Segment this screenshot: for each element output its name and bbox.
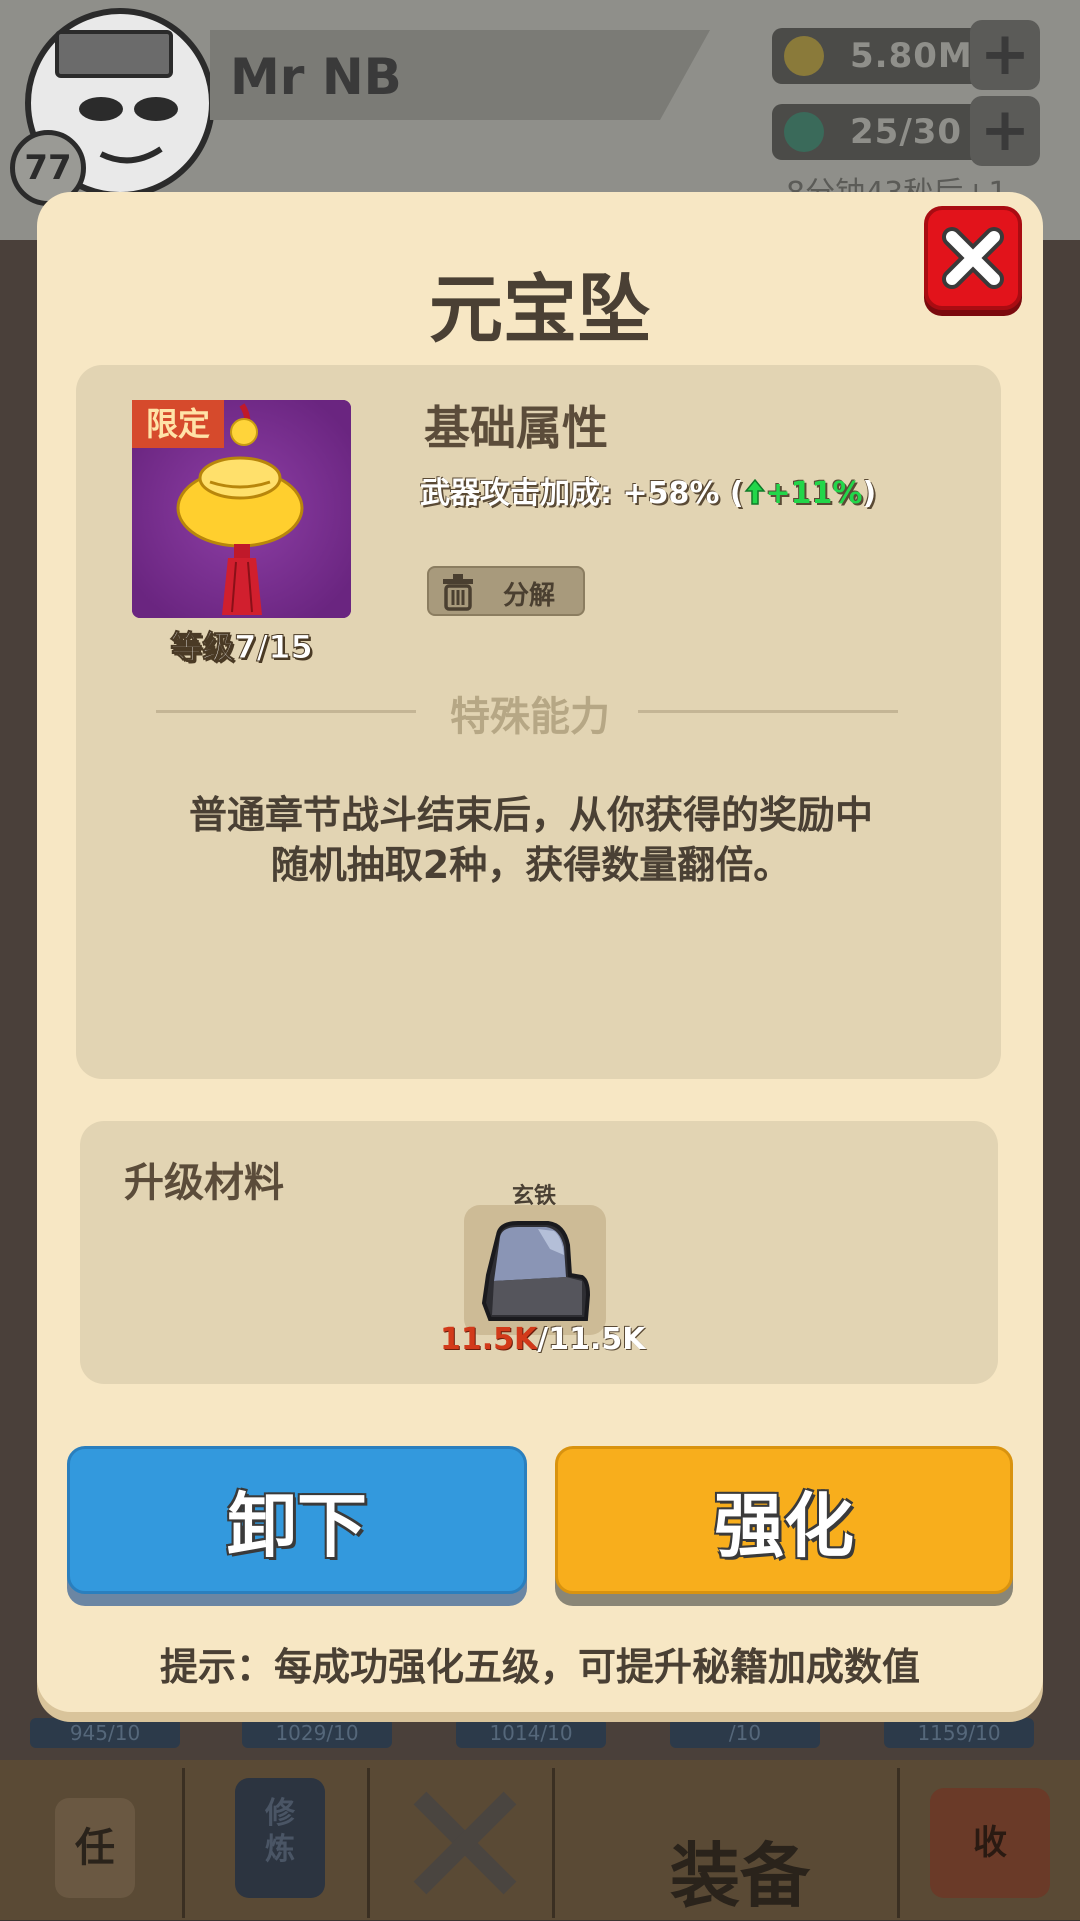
item-level: 等级7/15 [170,628,314,667]
shop-icon: 收 [930,1788,1050,1898]
unequip-button[interactable]: 卸下 [67,1446,527,1594]
gold-amount: 5.80M [850,36,973,76]
enhance-tip: 提示：每成功强化五级，可提升秘籍加成数值 [159,1645,920,1689]
special-ability-title: 特殊能力 [450,694,610,740]
energy-amount: 25/30 [850,112,963,152]
shop-icon-text: 收 [973,1823,1007,1863]
arrow-up-icon [743,478,766,505]
progress-strip: 1159/10 [884,1718,1034,1748]
crossed-swords-icon [413,1791,517,1895]
attack-bonus-boost: +11% [765,476,863,511]
progress-strip: 945/10 [30,1718,180,1748]
material-slot[interactable] [464,1205,606,1335]
headband-icon [55,30,173,78]
progress-strip: /10 [670,1718,820,1748]
attack-bonus-line: 武器攻击加成: +58% ( +11%) [420,468,876,512]
iron-ore-icon [481,1221,591,1321]
nav-tab-battle[interactable] [370,1768,555,1918]
nav-tab-tasks[interactable]: 任 [0,1768,185,1918]
attack-bonus-label: 武器攻击加成: +58% ( [420,476,744,511]
base-attributes-title: 基础属性 [424,401,608,455]
nav-tab-shop[interactable]: 收 [900,1768,1080,1918]
nav-label-equipment: 装备 [670,1835,810,1917]
special-ability-line-1: 普通章节战斗结束后，从你获得的奖励中 [188,793,873,837]
book-icon: 修炼 [235,1778,325,1898]
decompose-button[interactable]: 分解 [427,566,585,616]
attack-bonus-close: ) [862,476,877,511]
progress-strip: 1014/10 [456,1718,606,1748]
energy-counter: 25/30 + [772,96,1040,166]
attack-bonus-increase: +11% [743,476,863,511]
enhance-button[interactable]: 强化 [555,1446,1013,1594]
special-ability-line-2: 随机抽取2种，获得数量翻倍。 [270,843,792,887]
decompose-label: 分解 [503,581,556,611]
scroll-icon: 任 [55,1798,135,1898]
special-ability-description: 普通章节战斗结束后，从你获得的奖励中 随机抽取2种，获得数量翻倍。 [96,790,966,890]
add-gold-button[interactable]: + [970,20,1040,90]
material-have: 11.5K [440,1322,538,1357]
trash-icon [443,574,473,611]
scroll-icon-text: 任 [75,1825,115,1871]
coin-icon [784,36,824,76]
modal-title: 元宝坠 [429,267,651,353]
nav-tab-cultivate[interactable]: 修炼 [185,1768,370,1918]
player-name: Mr NB [230,48,402,106]
progress-strip: 1029/10 [242,1718,392,1748]
gold-counter: 5.80M + [772,20,1040,90]
limited-tag: 限定 [132,400,224,448]
material-count: 11.5K/11.5K [440,1322,646,1357]
add-energy-button[interactable]: + [970,96,1040,166]
energy-drop-icon [784,112,824,152]
material-need: /11.5K [537,1322,646,1357]
book-icon-text: 修炼 [265,1796,295,1867]
upgrade-materials-title: 升级材料 [124,1160,284,1206]
